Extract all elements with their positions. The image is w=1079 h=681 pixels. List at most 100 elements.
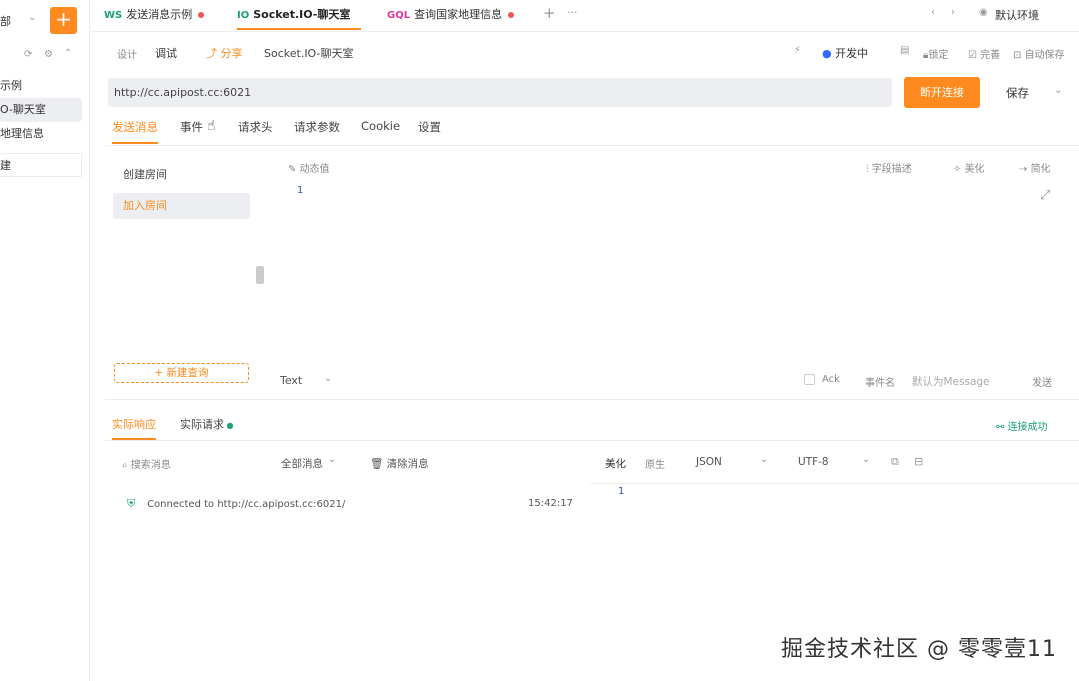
response-format-select[interactable]: JSON — [696, 456, 722, 468]
copy-icon[interactable]: ⧉ — [891, 455, 899, 469]
chevron-down-icon[interactable]: ⌄ — [1054, 85, 1062, 96]
io-icon: IO — [237, 10, 250, 21]
ws-icon: WS — [104, 10, 123, 21]
gql-icon: GQL — [387, 10, 411, 21]
wand-icon[interactable]: ⚡ — [794, 45, 801, 56]
trash-icon: 🗑︎ — [370, 458, 387, 470]
unsaved-dot-icon — [508, 12, 515, 18]
tab-label: Socket.IO-聊天室 — [253, 8, 351, 21]
eye-icon[interactable]: ◉ — [979, 7, 988, 18]
sidebar-filter[interactable]: 部 — [0, 13, 11, 29]
settings-icon[interactable]: ⚙ — [44, 49, 53, 60]
more-icon[interactable]: ··· — [567, 6, 578, 19]
send-button[interactable]: 发送 — [1032, 374, 1052, 389]
autosave-toggle[interactable]: ⊡ 自动保存 — [1013, 46, 1065, 61]
tab-send-message[interactable]: 发送消息 — [112, 119, 158, 144]
status-dot-icon: ● — [822, 47, 836, 60]
debug-mode-tab[interactable]: 调试 — [155, 45, 177, 61]
message-search-input[interactable]: ⌕ 搜索消息 — [122, 456, 171, 471]
url-input[interactable]: http://cc.apipost.cc:6021 — [108, 78, 892, 107]
event-name-input[interactable]: 默认为Message — [912, 374, 990, 389]
beautify-icon: ✧ — [953, 164, 965, 175]
unsaved-dot-icon — [198, 12, 205, 18]
chevron-right-icon[interactable]: › — [951, 7, 955, 18]
request-tabs-divider — [105, 145, 1079, 146]
environment-select[interactable]: 默认环境 — [995, 7, 1039, 23]
ack-label: Ack — [822, 374, 840, 385]
chevron-left-icon[interactable]: ‹ — [931, 7, 935, 18]
complete-button[interactable]: ☑ 完善 — [968, 46, 1000, 61]
active-tab-indicator — [237, 28, 361, 30]
encoding-select[interactable]: UTF-8 — [798, 456, 829, 468]
chevron-down-icon[interactable]: ⌄ — [760, 454, 768, 465]
mock-button[interactable]: ✎ 动态值 — [288, 160, 330, 175]
send-bar-divider — [105, 399, 1079, 400]
response-tabs-divider — [105, 440, 1079, 441]
tab-headers[interactable]: 请求头 — [238, 119, 273, 135]
chevron-down-icon[interactable]: ⌄ — [324, 373, 332, 384]
status-select[interactable]: ● 开发中 — [822, 45, 868, 61]
connection-status: ⚯ 连接成功 — [996, 422, 1048, 433]
expand-icon[interactable]: ⤢ — [1040, 188, 1050, 203]
simplify-icon: ⇢ — [1019, 164, 1031, 175]
refresh-icon[interactable]: ⟳ — [24, 49, 32, 60]
save-icon[interactable]: ⊟ — [914, 455, 923, 468]
tab-socketio[interactable]: IO Socket.IO-聊天室 — [237, 6, 350, 24]
editor-line-number: 1 — [297, 185, 304, 196]
sidebar-item-geo[interactable]: 地理信息 — [0, 122, 82, 146]
sidebar-item-new[interactable]: 建 — [0, 153, 82, 177]
viewer-line-number: 1 — [618, 486, 625, 497]
tab-params[interactable]: 请求参数 — [294, 119, 340, 135]
tab-bar-divider — [90, 31, 1079, 32]
watermark: 掘金技术社区 @ 零零壹11 — [781, 637, 1057, 662]
disconnect-button[interactable]: 断开连接 — [904, 77, 980, 108]
beautify-button[interactable]: ✧ 美化 — [953, 160, 985, 175]
tab-actual-response[interactable]: 实际响应 — [112, 416, 156, 440]
raw-toggle[interactable]: 原生 — [645, 456, 665, 471]
tab-gql[interactable]: GQL 查询国家地理信息 — [387, 6, 515, 24]
tab-label: 查询国家地理信息 — [414, 8, 503, 21]
event-name-label: 事件名 — [865, 378, 895, 389]
tab-ws[interactable]: WS 发送消息示例 — [104, 6, 205, 24]
layout-icon[interactable]: ▤ — [900, 45, 909, 56]
tab-settings[interactable]: 设置 — [418, 119, 441, 135]
status-dot-icon: ● — [224, 421, 234, 430]
ack-checkbox[interactable] — [804, 374, 815, 385]
add-button[interactable]: + — [50, 7, 77, 34]
share-button[interactable]: ⤴ 分享 — [206, 45, 243, 61]
search-icon: ⌕ — [122, 460, 131, 471]
message-filter-select[interactable]: 全部消息 — [281, 456, 323, 471]
tab-actual-request[interactable]: 实际请求 ● — [180, 416, 234, 432]
field-desc-button[interactable]: ⫶ 字段描述 — [866, 160, 912, 175]
panel-resize-handle[interactable] — [256, 266, 264, 284]
chevron-down-icon[interactable]: ⌄ — [28, 12, 36, 23]
event-join-room[interactable]: 加入房间 — [113, 193, 250, 219]
tab-label: 发送消息示例 — [126, 8, 193, 21]
list-item[interactable]: ⛨ Connected to http://cc.apipost.cc:6021… — [127, 496, 345, 511]
save-icon: ⊡ — [1013, 50, 1025, 61]
sidebar: 部 ⌄ + ⟳ ⚙ ⌃ 示例 O-聊天室 地理信息 建 — [0, 0, 90, 681]
check-doc-icon: ☑ — [968, 50, 981, 61]
viewer-divider — [590, 483, 1079, 484]
event-create-room[interactable]: 创建房间 — [113, 162, 250, 188]
simplify-button[interactable]: ⇢ 简化 — [1019, 160, 1051, 175]
beautify-toggle[interactable]: 美化 — [605, 456, 626, 471]
clear-messages-button[interactable]: 🗑︎ 清除消息 — [370, 456, 429, 471]
shield-check-icon: ⛨ — [127, 497, 136, 510]
link-icon: ⚯ — [996, 422, 1008, 433]
new-tab-icon[interactable]: + — [543, 4, 556, 22]
design-mode-tab[interactable]: 设计 — [117, 46, 137, 61]
save-button[interactable]: 保存 — [1006, 85, 1029, 101]
new-query-button[interactable]: + 新建查询 — [114, 363, 249, 383]
collapse-icon[interactable]: ⌃ — [64, 48, 72, 59]
sidebar-item-example[interactable]: 示例 — [0, 74, 82, 98]
message-time: 15:42:17 — [528, 498, 573, 509]
share-icon: ⤴ — [206, 47, 221, 60]
chevron-down-icon[interactable]: ⌄ — [862, 454, 870, 465]
lock-button[interactable]: 🔒︎锁定 — [923, 46, 948, 61]
tab-events[interactable]: 事件 — [180, 119, 203, 135]
sidebar-item-chatroom[interactable]: O-聊天室 — [0, 98, 82, 122]
chevron-down-icon[interactable]: ⌄ — [328, 454, 336, 465]
tab-cookie[interactable]: Cookie — [361, 119, 400, 133]
format-select[interactable]: Text — [280, 374, 302, 387]
